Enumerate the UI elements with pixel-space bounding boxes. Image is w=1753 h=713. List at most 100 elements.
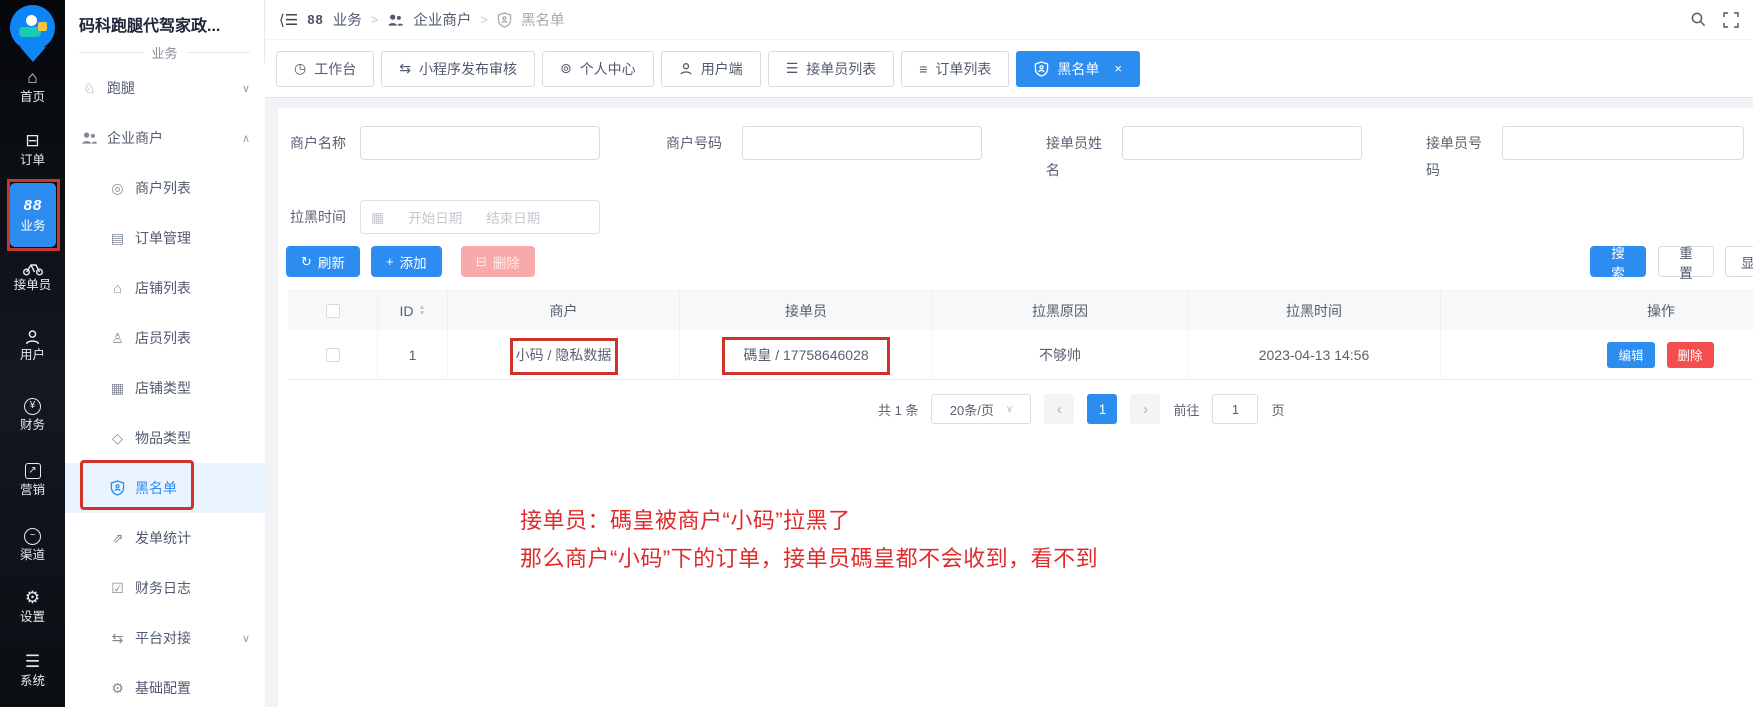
column-display-button[interactable]: 显 [1725, 246, 1753, 277]
app-title: 码科跑腿代驾家政... [65, 0, 264, 40]
marketing-chart-icon: ↗ [25, 463, 41, 479]
sidebar-item-system[interactable]: ☰ 系统 [0, 652, 65, 689]
prev-page-button[interactable]: ‹ [1044, 394, 1074, 424]
fullscreen-icon[interactable] [1723, 12, 1739, 28]
sidebar-item-couriers[interactable]: 接单员 [0, 259, 65, 293]
sidebar-item-orders[interactable]: ⊟ 订单 [0, 131, 65, 168]
apps-grid-icon: 88 [24, 197, 43, 215]
list-icon: ☰ [786, 60, 799, 77]
table-row: 1 小码 / 隐私数据 碼皇 / 17758646028 不够帅 2023-04… [288, 330, 1753, 380]
menu-item-clerk-list[interactable]: ♙ 店员列表 [65, 313, 265, 363]
menu-item-order-management[interactable]: ▤ 订单管理 [65, 213, 265, 263]
sort-icon[interactable]: ▲▼ [419, 305, 426, 317]
sidebar-item-finance[interactable]: ¥ 财务 [0, 393, 65, 433]
close-icon[interactable]: × [1114, 61, 1122, 76]
menu-item-shop-list[interactable]: ⌂ 店铺列表 [65, 263, 265, 313]
menu-item-goods-type[interactable]: ◇ 物品类型 [65, 413, 265, 463]
row-delete-button[interactable]: 删除 [1667, 342, 1714, 368]
sidebar-item-channels[interactable]: ~ 渠道 [0, 523, 65, 563]
shop-list-icon: ⌂ [109, 280, 126, 296]
shield-icon [497, 12, 512, 28]
search-button[interactable]: 搜索 [1590, 246, 1646, 277]
home-icon: ⌂ [0, 68, 65, 88]
block-time-range-input[interactable]: ▦ 开始日期 结束日期 [360, 200, 600, 234]
merchant-name-input[interactable] [360, 126, 600, 160]
page-size-select[interactable]: 20条/页 ∨ [931, 394, 1031, 424]
annotation-text: 接单员：碼皇被商户“小码”拉黑了 那么商户“小码”下的订单，接单员碼皇都不会收到… [520, 502, 1098, 578]
tab-workbench[interactable]: ◷ 工作台 [276, 51, 374, 87]
tab-miniprogram-review[interactable]: ⇆ 小程序发布审核 [381, 51, 535, 87]
page-unit-label: 页 [1271, 400, 1284, 419]
finance-log-icon: ☑ [109, 580, 126, 597]
trash-icon: ⊟ [476, 254, 487, 270]
row-checkbox[interactable] [326, 348, 340, 362]
breadcrumb-separator: > [371, 12, 379, 27]
tab-order-list[interactable]: ≡ 订单列表 [901, 51, 1009, 87]
section-divider: 业务 [79, 43, 250, 62]
goto-page-input[interactable] [1212, 394, 1258, 424]
chevron-down-icon: ∨ [1006, 404, 1013, 415]
block-time-label: 拉黑时间 [290, 204, 346, 231]
edit-button[interactable]: 编辑 [1607, 342, 1654, 368]
courier-name-label: 接单员姓名 [1046, 130, 1108, 184]
logo-parcel-icon [38, 22, 47, 31]
cell-time: 2023-04-13 14:56 [1188, 330, 1441, 379]
tab-blacklist-active[interactable]: 黑名单 × [1016, 51, 1140, 87]
sidebar-item-settings[interactable]: ⚙ 设置 [0, 588, 65, 625]
tab-courier-list[interactable]: ☰ 接单员列表 [768, 51, 895, 87]
menu-item-enterprise-merchants[interactable]: 企业商户 ∧ [65, 113, 265, 163]
merchant-phone-input[interactable] [742, 126, 982, 160]
menu-item-dispatch-stats[interactable]: ⇗ 发单统计 [65, 513, 265, 563]
merchants-people-icon [81, 131, 98, 145]
dashboard-icon: ◷ [294, 60, 306, 77]
select-all-checkbox[interactable] [326, 304, 340, 318]
sidebar-item-business-active[interactable]: 88 业务 [10, 183, 56, 247]
menu-lines-icon: ≡ [919, 61, 927, 77]
menu-item-platform-link[interactable]: ⇆ 平台对接 ∨ [65, 613, 265, 663]
col-header-courier: 接单员 [680, 291, 933, 330]
tab-profile-center[interactable]: ⊚ 个人中心 [542, 51, 654, 87]
clerk-list-icon: ♙ [109, 330, 126, 347]
cell-reason: 不够帅 [933, 330, 1188, 379]
menu-item-errand[interactable]: ♘ 跑腿 ∨ [65, 63, 265, 113]
courier-name-input[interactable] [1122, 126, 1362, 160]
menu-item-merchant-list[interactable]: ◎ 商户列表 [65, 163, 265, 213]
delete-button[interactable]: ⊟ 删除 [461, 246, 535, 277]
system-sliders-icon: ☰ [0, 652, 65, 672]
menu-item-blacklist[interactable]: 黑名单 [65, 463, 265, 513]
courier-phone-input[interactable] [1502, 126, 1744, 160]
menu-item-finance-log[interactable]: ☑ 财务日志 [65, 563, 265, 613]
merchant-name-label: 商户名称 [290, 130, 352, 157]
sidebar-item-home[interactable]: ⌂ 首页 [0, 68, 65, 105]
menu-item-base-config[interactable]: ⚙ 基础配置 [65, 663, 265, 713]
platform-link-icon: ⇆ [109, 630, 126, 647]
menu-item-shop-type[interactable]: ▦ 店铺类型 [65, 363, 265, 413]
chevron-down-icon: ∨ [242, 82, 250, 95]
apps-grid-icon: 88 [307, 12, 323, 27]
add-button[interactable]: + 添加 [371, 246, 442, 277]
search-icon[interactable] [1690, 11, 1707, 28]
tab-user-client[interactable]: 用户端 [661, 51, 761, 87]
page-1-button[interactable]: 1 [1087, 394, 1117, 424]
swap-icon: ⇆ [399, 60, 411, 77]
gear-icon: ⚙ [0, 588, 65, 608]
breadcrumb-business[interactable]: 业务 [333, 9, 362, 30]
chevron-down-icon: ∨ [242, 632, 250, 645]
order-icon: ⊟ [0, 131, 65, 151]
logo-pin-icon [10, 5, 55, 50]
topbar-actions [1690, 11, 1743, 28]
profile-pin-icon: ⊚ [560, 60, 572, 77]
annotation-line-1: 接单员：碼皇被商户“小码”拉黑了 [520, 502, 1098, 540]
breadcrumb-enterprise-merchants[interactable]: 企业商户 [413, 9, 471, 30]
finance-yen-icon: ¥ [24, 398, 41, 415]
refresh-button[interactable]: ↻ 刷新 [286, 246, 360, 277]
sidebar-item-users[interactable]: 用户 [0, 327, 65, 363]
sidebar-item-marketing[interactable]: ↗ 营销 [0, 458, 65, 498]
reset-button[interactable]: 重置 [1658, 246, 1714, 277]
open-tabs-bar: ◷ 工作台 ⇆ 小程序发布审核 ⊚ 个人中心 用户端 ☰ 接单员列表 ≡ 订单列… [265, 40, 1753, 98]
next-page-button[interactable]: › [1130, 394, 1160, 424]
collapse-menu-icon[interactable]: ⟨☰ [279, 11, 298, 29]
calendar-icon: ▦ [371, 209, 384, 226]
merchant-phone-label: 商户号码 [666, 130, 728, 157]
courier-phone-label: 接单员号码 [1426, 130, 1488, 184]
